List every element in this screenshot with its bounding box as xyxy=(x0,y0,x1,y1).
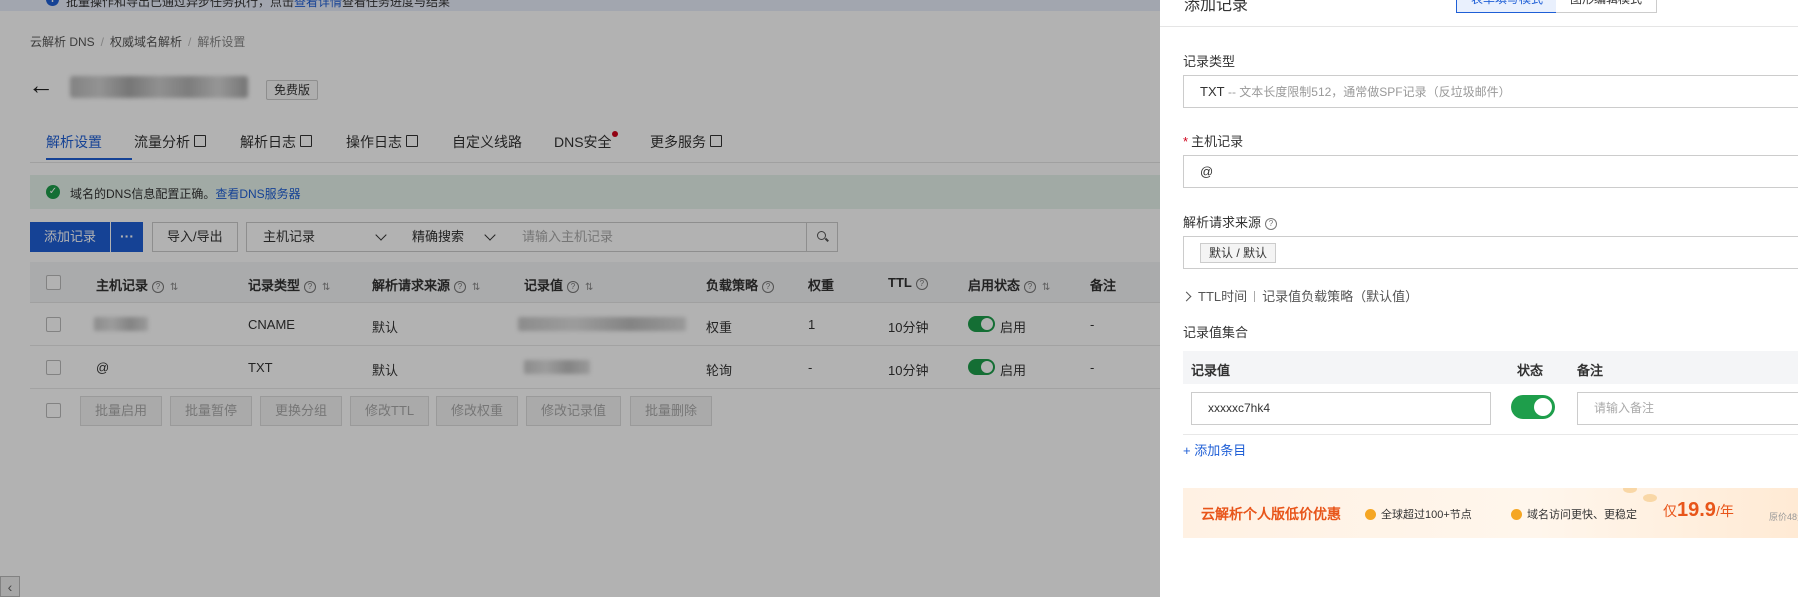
source-label: 解析请求来源? xyxy=(1183,212,1278,231)
host-label: * 主机记录 xyxy=(1183,134,1244,149)
col-remark: 备注 xyxy=(1577,363,1604,378)
chevron-right-icon xyxy=(1181,291,1192,302)
record-type-select[interactable]: TXT -- 文本长度限制512，通常做SPF记录（反垃圾邮件） xyxy=(1183,75,1798,108)
tab-form-mode[interactable]: 表单填写模式 xyxy=(1456,0,1559,13)
tab-graph-mode[interactable]: 图形编辑模式 xyxy=(1556,0,1658,13)
promo-point: 域名访问更快、更稳定 xyxy=(1511,506,1637,522)
value-row: xxxxxc7hk4 请输入备注 xyxy=(1183,384,1798,435)
promo-price: 仅19.9/年 xyxy=(1663,499,1734,521)
col-record-value: 记录值 xyxy=(1191,363,1231,378)
source-tag: 默认 / 默认 xyxy=(1200,243,1277,263)
modal-mask[interactable] xyxy=(0,0,1160,597)
promo-original-price: 原价48元/年 xyxy=(1769,512,1798,522)
promo-point: 全球超过100+节点 xyxy=(1365,506,1472,522)
record-value-input[interactable]: xxxxxc7hk4 xyxy=(1191,392,1491,425)
host-input[interactable]: @ xyxy=(1183,155,1798,188)
values-label: 记录值集合 xyxy=(1183,325,1249,340)
coin-icon xyxy=(1511,509,1522,520)
coin-decoration xyxy=(1643,494,1657,502)
coin-icon xyxy=(1365,509,1376,520)
promo-title: 云解析个人版低价优惠 xyxy=(1201,506,1341,522)
required-mark: * xyxy=(1183,134,1189,149)
help-icon[interactable]: ? xyxy=(1265,218,1278,230)
value-status-toggle[interactable] xyxy=(1511,395,1555,419)
drawer-title: 添加记录 xyxy=(1184,0,1249,14)
drawer-header-divider xyxy=(1160,26,1798,27)
values-table-header: 记录值 状态 备注 xyxy=(1183,351,1798,384)
remark-input[interactable]: 请输入备注 xyxy=(1577,392,1798,425)
promo-banner[interactable]: 云解析个人版低价优惠 全球超过100+节点 域名访问更快、更稳定 仅19.9/年… xyxy=(1183,488,1798,538)
advanced-settings-toggle[interactable]: TTL时间 记录值负载策略（默认值） xyxy=(1181,286,1418,305)
coin-decoration xyxy=(1623,488,1637,493)
add-item-button[interactable]: + 添加条目 xyxy=(1183,440,1246,459)
col-state: 状态 xyxy=(1517,363,1544,378)
source-select[interactable]: 默认 / 默认 xyxy=(1183,236,1798,269)
record-type-label: 记录类型 xyxy=(1183,54,1236,69)
add-record-drawer: 添加记录 表单填写模式 图形编辑模式 记录类型 TXT -- 文本长度限制512… xyxy=(1160,0,1798,597)
